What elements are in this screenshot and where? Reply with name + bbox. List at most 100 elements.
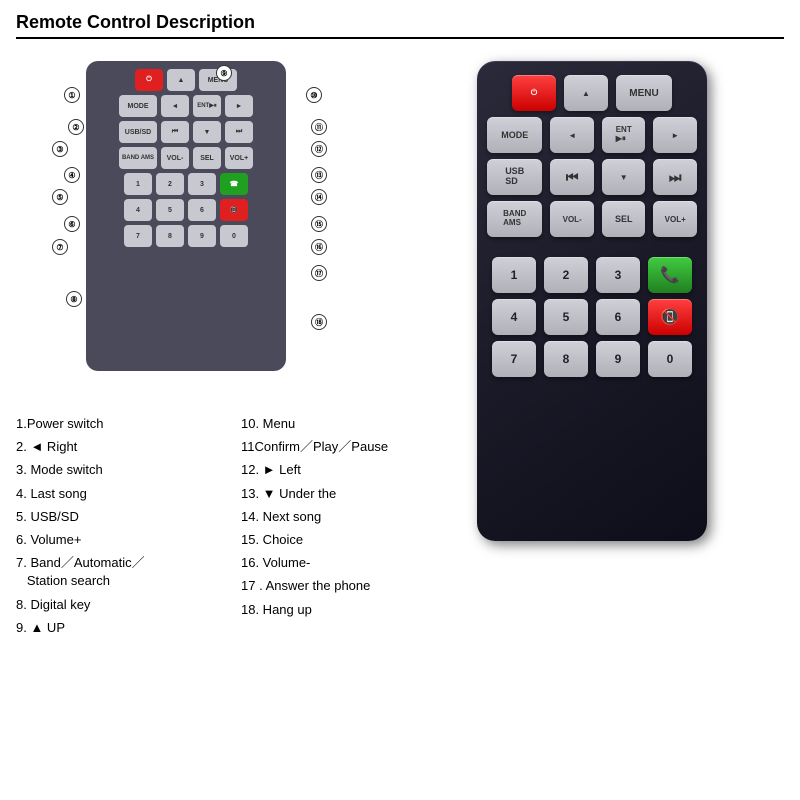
r-num-2[interactable]: 2 [544,257,588,293]
callout-13: ⑬ [311,167,327,183]
r-down[interactable]: ▼ [602,159,646,195]
r-num-4[interactable]: 4 [492,299,536,335]
diag-sel[interactable]: SEL [193,147,221,169]
callout-10: ⑩ [306,87,322,103]
diag-row-2: MODE ◄ ENT▶⏸ ► [94,95,278,117]
callout-14: ⑭ [311,189,327,205]
diag-band[interactable]: BAND AMS [119,147,157,169]
diag-nxt[interactable]: ⏭ [225,121,253,143]
r-left-arrow[interactable]: ◄ [550,117,594,153]
r-hangup[interactable]: 📵 [648,299,692,335]
r-num-0[interactable]: 0 [648,341,692,377]
r-row-1: ⏻ ▲ MENU [487,75,697,111]
left-panel: ⏻ ▲ MENU MODE ◄ ENT▶⏸ ► USB/SD ⏮ [16,51,446,788]
r-row-2: MODE ◄ ENT▶⏸ ► [487,117,697,153]
diag-3[interactable]: 3 [188,173,216,195]
r-num-9[interactable]: 9 [596,341,640,377]
r-num-6[interactable]: 6 [596,299,640,335]
r-row-7: 7 8 9 0 [487,341,697,377]
r-mode[interactable]: MODE [487,117,542,153]
diagram-area: ⏻ ▲ MENU MODE ◄ ENT▶⏸ ► USB/SD ⏮ [16,51,446,411]
desc-9: 9. ▲ UP [16,619,221,637]
r-ent[interactable]: ENT▶⏸ [602,117,646,153]
r-row-6: 4 5 6 📵 [487,299,697,335]
callout-8: ⑧ [66,291,82,307]
page-title: Remote Control Description [16,12,784,39]
content-area: ⏻ ▲ MENU MODE ◄ ENT▶⏸ ► USB/SD ⏮ [16,51,784,788]
diag-ent[interactable]: ENT▶⏸ [193,95,221,117]
diag-mode[interactable]: MODE [119,95,157,117]
diag-usb[interactable]: USB/SD [119,121,157,143]
callout-4: ④ [64,167,80,183]
r-num-3[interactable]: 3 [596,257,640,293]
diag-down[interactable]: ▼ [193,121,221,143]
diag-row-3: USB/SD ⏮ ▼ ⏭ [94,121,278,143]
diag-power[interactable]: ⏻ [135,69,163,91]
diag-5[interactable]: 5 [156,199,184,221]
r-num-5[interactable]: 5 [544,299,588,335]
diag-right[interactable]: ► [225,95,253,117]
diag-6[interactable]: 6 [188,199,216,221]
r-up[interactable]: ▲ [564,75,608,111]
desc-3: 3. Mode switch [16,461,221,479]
r-num-1[interactable]: 1 [492,257,536,293]
desc-4: 4. Last song [16,485,221,503]
r-sel[interactable]: SEL [602,201,646,237]
r-right-arrow[interactable]: ► [653,117,697,153]
desc-13: 13. ▼ Under the [241,485,446,503]
desc-8: 8. Digital key [16,596,221,614]
r-row-4: BANDAMS VOL- SEL VOL+ [487,201,697,237]
callout-7: ⑦ [52,239,68,255]
desc-col-right: 10. Menu 11Confirm／Play／Pause 12. ► Left… [241,415,446,642]
desc-7: 7. Band／Automatic／ Station search [16,554,221,590]
callout-1: ① [64,87,80,103]
diag-volm[interactable]: VOL- [161,147,189,169]
r-power[interactable]: ⏻ [512,75,556,111]
r-next[interactable]: ⏭ [653,159,697,195]
r-vol-minus[interactable]: VOL- [550,201,594,237]
right-panel: ⏻ ▲ MENU MODE ◄ ENT▶⏸ ► USBSD ⏮ ▼ ⏭ [462,51,722,788]
r-prev[interactable]: ⏮ [550,159,594,195]
r-num-8[interactable]: 8 [544,341,588,377]
diag-prev[interactable]: ⏮ [161,121,189,143]
r-vol-plus[interactable]: VOL+ [653,201,697,237]
callout-2: ② [68,119,84,135]
callout-15: ⑮ [311,216,327,232]
diag-9[interactable]: 9 [188,225,216,247]
desc-12: 12. ► Left [241,461,446,479]
diag-hangup[interactable]: 📵 [220,199,248,221]
diag-answer[interactable]: ☎ [220,173,248,195]
callout-6: ⑥ [64,216,80,232]
r-row-5: 1 2 3 📞 [487,257,697,293]
desc-5: 5. USB/SD [16,508,221,526]
diag-volp[interactable]: VOL+ [225,147,253,169]
callout-9: ⑨ [216,65,232,81]
diag-2[interactable]: 2 [156,173,184,195]
diag-1[interactable]: 1 [124,173,152,195]
diag-left[interactable]: ◄ [161,95,189,117]
diag-up[interactable]: ▲ [167,69,195,91]
callout-5: ⑤ [52,189,68,205]
diag-4[interactable]: 4 [124,199,152,221]
callout-16: ⑯ [311,239,327,255]
r-answer[interactable]: 📞 [648,257,692,293]
diag-0[interactable]: 0 [220,225,248,247]
desc-6: 6. Volume+ [16,531,221,549]
desc-16: 16. Volume- [241,554,446,572]
r-usb-sd[interactable]: USBSD [487,159,542,195]
r-menu[interactable]: MENU [616,75,672,111]
diag-8[interactable]: 8 [156,225,184,247]
diag-row-5: 1 2 3 ☎ [94,173,278,195]
desc-17: 17 . Answer the phone [241,577,446,595]
diag-7[interactable]: 7 [124,225,152,247]
callout-12: ⑫ [311,141,327,157]
r-gap [487,243,697,251]
r-row-3: USBSD ⏮ ▼ ⏭ [487,159,697,195]
callout-17: ⑰ [311,265,327,281]
desc-1: 1.Power switch [16,415,221,433]
r-num-7[interactable]: 7 [492,341,536,377]
r-band-ams[interactable]: BANDAMS [487,201,542,237]
desc-2: 2. ◄ Right [16,438,221,456]
remote-3d: ⏻ ▲ MENU MODE ◄ ENT▶⏸ ► USBSD ⏮ ▼ ⏭ [477,61,707,541]
descriptions: 1.Power switch 2. ◄ Right 3. Mode switch… [16,415,446,642]
